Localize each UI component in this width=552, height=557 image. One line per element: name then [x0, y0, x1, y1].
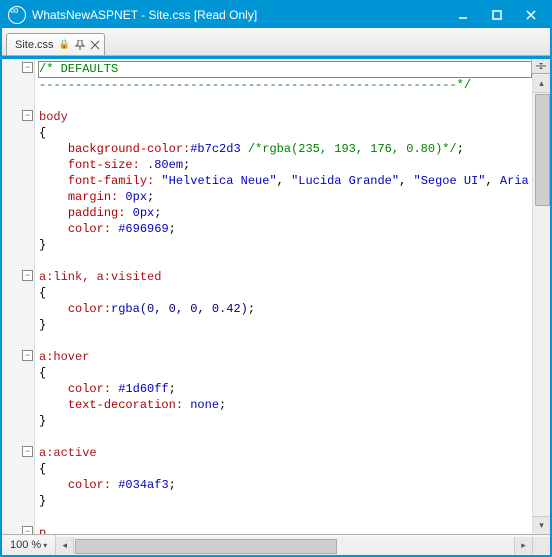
split-handle[interactable] [531, 59, 550, 74]
zoom-value: 100 % [10, 539, 41, 551]
close-icon [525, 9, 537, 21]
maximize-button[interactable] [482, 5, 512, 25]
titlebar: WhatsNewASPNET - Site.css [Read Only] [2, 2, 550, 28]
window-root: WhatsNewASPNET - Site.css [Read Only] Si… [0, 0, 552, 557]
window-title: WhatsNewASPNET - Site.css [Read Only] [32, 8, 448, 22]
close-button[interactable] [516, 5, 546, 25]
code-editor[interactable]: − − − − − − /* DEFAULTS ----------------… [2, 59, 550, 534]
scroll-up-button[interactable]: ▴ [533, 75, 550, 93]
horizontal-scrollbar[interactable]: ◂ ▸ [56, 537, 532, 554]
statusbar: 100 % ▾ ◂ ▸ [2, 534, 550, 555]
horizontal-scroll-thumb[interactable] [75, 539, 337, 554]
document-tabbar: Site.css 🔒 [2, 28, 550, 56]
tab-label: Site.css [15, 39, 54, 51]
maximize-icon [491, 9, 503, 21]
vertical-scroll-thumb[interactable] [535, 94, 550, 206]
code-viewport[interactable]: /* DEFAULTS ----------------------------… [35, 59, 532, 534]
app-icon [8, 6, 26, 24]
vertical-scrollbar[interactable]: ▾ ▴ ▾ [532, 59, 550, 534]
minimize-button[interactable] [448, 5, 478, 25]
outline-gutter: − − − − − − [2, 59, 35, 534]
window-controls [448, 5, 546, 25]
scroll-right-button[interactable]: ▸ [514, 537, 532, 554]
tab-close-button[interactable] [90, 40, 100, 50]
close-icon [90, 40, 100, 50]
zoom-control[interactable]: 100 % ▾ [2, 535, 56, 555]
fold-toggle[interactable]: − [22, 62, 33, 73]
pin-button[interactable] [75, 40, 85, 50]
code-content: /* DEFAULTS ----------------------------… [35, 59, 532, 534]
split-icon [535, 62, 547, 70]
scroll-corner [532, 537, 550, 554]
tab-site-css[interactable]: Site.css 🔒 [6, 33, 105, 55]
fold-toggle[interactable]: − [22, 526, 33, 534]
fold-toggle[interactable]: − [22, 270, 33, 281]
pin-icon [75, 40, 85, 50]
fold-toggle[interactable]: − [22, 350, 33, 361]
scroll-down-button[interactable]: ▾ [533, 516, 550, 534]
lock-icon: 🔒 [59, 39, 70, 50]
zoom-dropdown-icon: ▾ [43, 541, 47, 550]
minimize-icon [457, 9, 469, 21]
scroll-left-button[interactable]: ◂ [56, 537, 74, 554]
fold-toggle[interactable]: − [22, 110, 33, 121]
fold-toggle[interactable]: − [22, 446, 33, 457]
